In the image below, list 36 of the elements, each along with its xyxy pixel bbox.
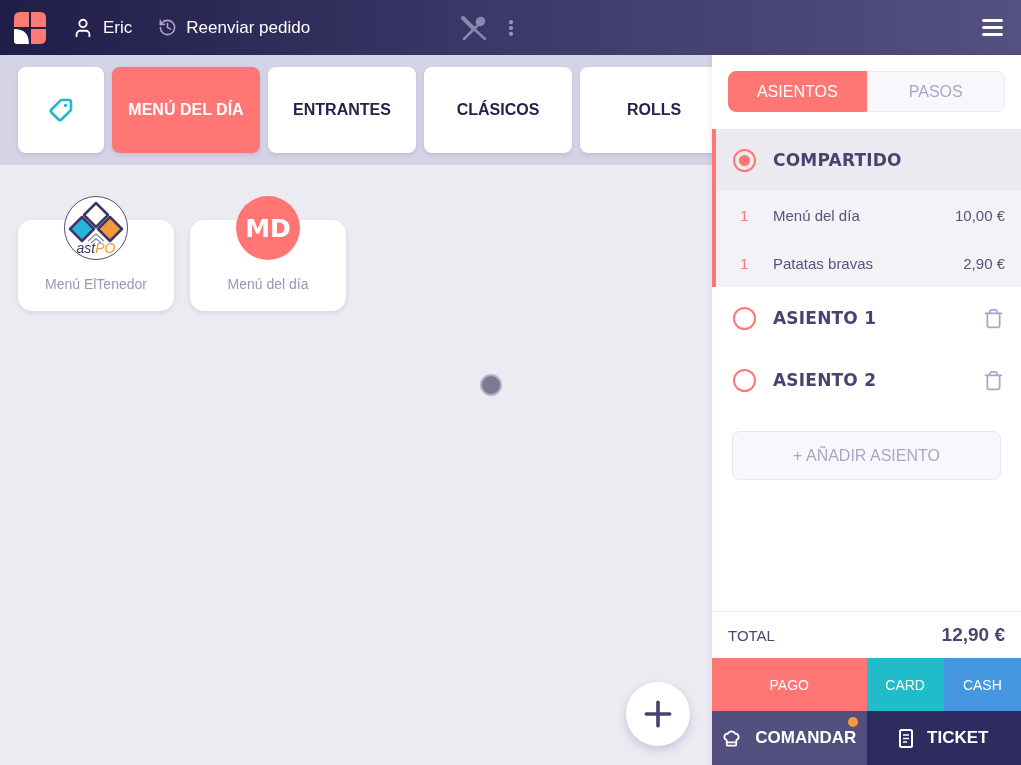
user-name[interactable]: Eric [103,17,133,38]
knife-spoon-icon[interactable] [461,14,488,41]
send-order-button[interactable]: COMANDAR [712,711,867,765]
history-icon[interactable] [158,18,178,37]
initials-avatar: MD [236,196,300,260]
radio-button[interactable] [733,368,756,392]
chef-hat-icon [722,728,742,748]
item-quantity: 1 [740,254,750,272]
category-tab[interactable]: ROLLS [580,67,712,153]
radio-button[interactable] [733,148,756,172]
tag-icon [49,98,73,122]
item-name: Menú del día [773,206,861,224]
trash-icon[interactable] [983,307,1004,329]
item-name: Patatas bravas [773,254,875,272]
touch-marker-icon [480,374,502,396]
receipt-icon [899,728,914,748]
item-quantity: 1 [740,206,750,224]
logo-text: astPO [76,241,116,255]
seat-name[interactable]: ASIENTO 2 [773,370,983,390]
product-label: Menú ElTenedor [45,276,147,292]
category-tab[interactable]: ENTRANTES [268,67,416,153]
radio-button[interactable] [733,306,756,330]
item-price: 2,90 € [963,254,1005,272]
add-button[interactable] [626,682,690,746]
category-tab[interactable]: CLÁSICOS [424,67,572,153]
seat-name[interactable]: ASIENTO 1 [773,308,983,328]
item-price: 10,00 € [954,206,1005,224]
resend-order-link[interactable]: Reenviar pedido [186,17,311,38]
diamond-logo-icon [68,201,124,243]
ticket-button[interactable]: TICKET [866,711,1021,765]
app-logo-icon [14,11,46,44]
menu-icon[interactable] [982,19,1003,36]
product-label: Menú del día [227,276,309,292]
total-value: 12,90 € [941,624,1005,646]
trash-icon[interactable] [983,369,1004,391]
total-label: TOTAL [728,626,775,644]
